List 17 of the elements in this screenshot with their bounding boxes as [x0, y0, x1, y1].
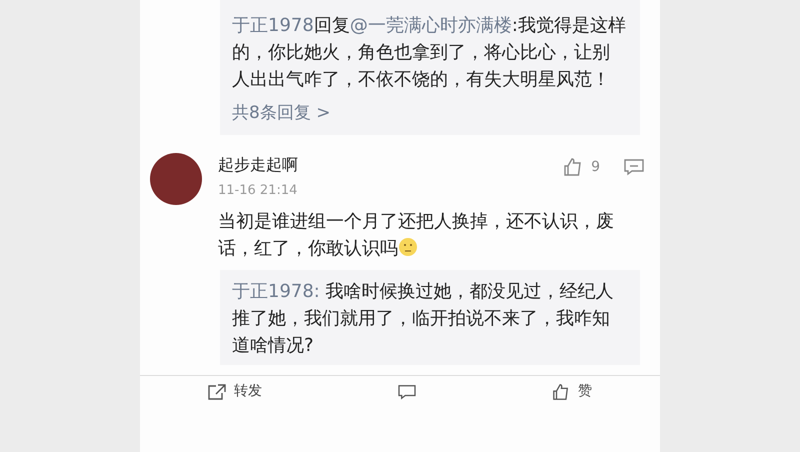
- more-replies-link[interactable]: 共8条回复 >: [232, 101, 330, 126]
- share-icon: [208, 384, 226, 400]
- like-count: 9: [591, 158, 600, 176]
- repost-action[interactable]: 转发: [208, 381, 262, 402]
- comment-text: 当初是谁进组一个月了还把人换掉，还不认识，废话，红了，你敢认识吗: [218, 210, 615, 261]
- reply-text: 于正1978: 我啥时候换过她，都没见过，经纪人推了她，我们就用了，临开拍说不来了，我咋知道啥情况?: [232, 280, 615, 358]
- thumbs-up-icon: [552, 382, 570, 400]
- reply-text: 于正1978回复@一莞满心时亦满楼:我觉得是这样的，你比她火，角色也拿到了，将心比心，让别人出出气咋了，不依不饶的，有失大明星风范！: [232, 14, 626, 92]
- comment-time: 11-16 21:14: [218, 182, 298, 200]
- comment-action[interactable]: [398, 384, 416, 400]
- emoji-icon: [398, 237, 418, 257]
- avatar-photo-placeholder: [150, 152, 202, 204]
- like-action[interactable]: 赞: [552, 381, 592, 402]
- comment-icon[interactable]: [624, 158, 644, 176]
- comment-author[interactable]: 起步走起啊: [218, 152, 564, 176]
- thumbs-up-icon[interactable]: [563, 157, 584, 177]
- comment-icon: [398, 384, 416, 400]
